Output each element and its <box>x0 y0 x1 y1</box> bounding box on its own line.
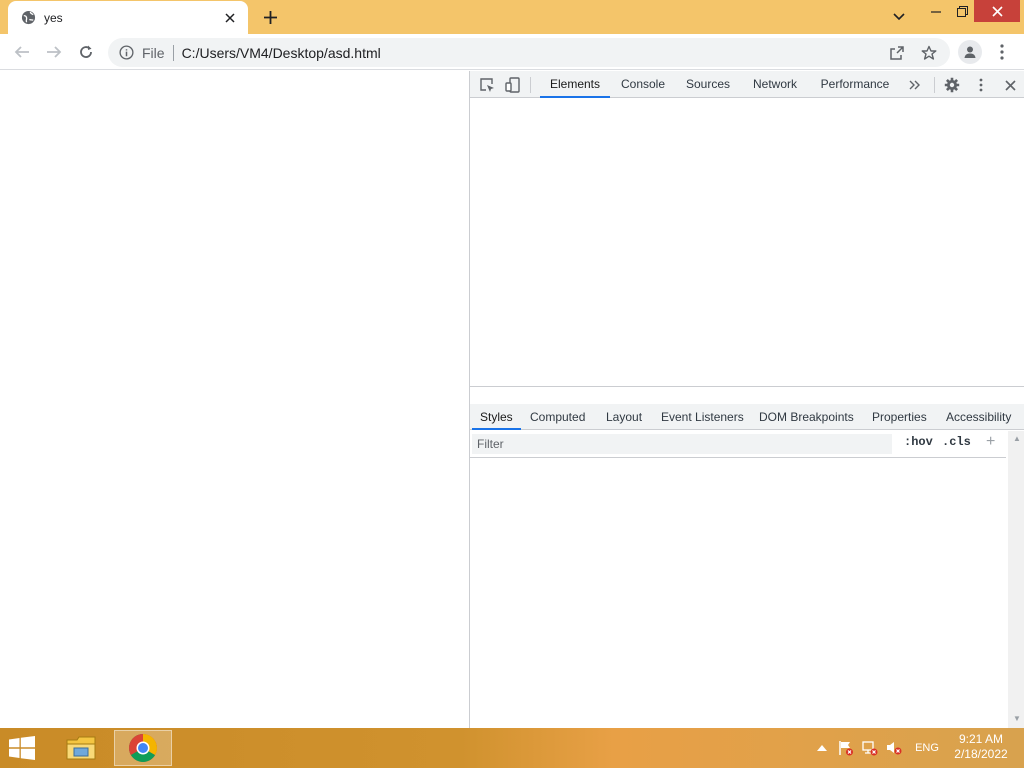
omnibox-divider <box>172 44 174 61</box>
info-icon[interactable] <box>118 45 134 61</box>
system-clock[interactable]: 9:21 AM 2/18/2022 <box>950 732 1012 764</box>
subtab-event-listeners[interactable]: Event Listeners <box>661 404 744 430</box>
device-toolbar-icon[interactable] <box>504 76 522 94</box>
devtools-divider <box>530 77 531 93</box>
styles-filter-bar: :hov .cls + <box>470 431 1006 458</box>
chrome-menu-icon[interactable] <box>992 40 1012 64</box>
page-viewport[interactable] <box>0 71 469 728</box>
browser-tab[interactable]: yes <box>8 1 248 34</box>
devtools-panel: Elements Console Sources Network Perform… <box>469 71 1024 728</box>
scheme-label: File <box>142 44 165 61</box>
bookmark-star-icon[interactable] <box>920 44 938 62</box>
scroll-up-arrow-icon[interactable]: ▲ <box>1012 434 1022 444</box>
devtools-close-icon[interactable] <box>1001 76 1019 94</box>
share-icon[interactable] <box>888 44 906 62</box>
tab-strip: yes <box>0 0 1024 34</box>
volume-muted-icon[interactable] <box>884 728 904 768</box>
devtools-divider <box>934 77 935 93</box>
tray-overflow-chevron-icon[interactable] <box>814 728 830 768</box>
tab-search-chevron-icon[interactable] <box>886 6 912 28</box>
back-arrow-icon[interactable] <box>8 38 36 66</box>
devtools-menu-icon[interactable] <box>972 76 990 94</box>
hover-state-toggle[interactable]: :hov <box>904 435 933 449</box>
windows-start-icon[interactable] <box>8 736 38 760</box>
file-explorer-icon[interactable] <box>52 728 110 768</box>
chrome-app-icon[interactable] <box>114 730 172 766</box>
clock-time: 9:21 AM <box>958 732 1004 746</box>
class-toggle[interactable]: .cls <box>942 435 971 449</box>
new-tab-button[interactable] <box>258 6 282 28</box>
input-language-indicator[interactable]: ENG <box>912 728 942 768</box>
tab-title: yes <box>44 10 63 25</box>
address-bar[interactable]: File C:/Users/VM4/Desktop/asd.html <box>108 38 950 67</box>
subtab-accessibility[interactable]: Accessibility <box>946 404 1011 430</box>
tab-console[interactable]: Console <box>616 71 670 98</box>
windows-taskbar: ENG 9:21 AM 2/18/2022 <box>0 728 1024 768</box>
settings-gear-icon[interactable] <box>943 76 961 94</box>
styles-pane[interactable] <box>470 459 1006 728</box>
browser-toolbar: File C:/Users/VM4/Desktop/asd.html <box>0 34 1024 70</box>
pane-splitter[interactable] <box>470 386 1024 387</box>
devtools-main-tabbar: Elements Console Sources Network Perform… <box>470 71 1024 98</box>
new-style-rule-plus-icon[interactable]: + <box>986 433 995 451</box>
subtab-dom-breakpoints[interactable]: DOM Breakpoints <box>759 404 854 430</box>
tab-network[interactable]: Network <box>746 71 804 98</box>
more-tabs-chevron-icon[interactable] <box>906 76 924 94</box>
minimize-button[interactable] <box>922 0 950 22</box>
styles-scrollbar[interactable] <box>1008 431 1024 728</box>
scroll-down-arrow-icon[interactable]: ▼ <box>1012 714 1022 724</box>
tab-sources[interactable]: Sources <box>680 71 736 98</box>
reload-icon[interactable] <box>72 38 100 66</box>
subtab-layout[interactable]: Layout <box>606 404 642 430</box>
styles-sidebar-tabbar: Styles Computed Layout Event Listeners D… <box>470 404 1024 430</box>
window-close-button[interactable] <box>974 0 1020 22</box>
styles-filter-input[interactable] <box>472 434 892 454</box>
tab-performance[interactable]: Performance <box>816 71 894 98</box>
inspect-element-icon[interactable] <box>478 76 496 94</box>
subtab-styles[interactable]: Styles <box>472 404 521 430</box>
tab-elements[interactable]: Elements <box>540 71 610 98</box>
restore-button[interactable] <box>950 0 974 22</box>
url-text[interactable]: C:/Users/VM4/Desktop/asd.html <box>182 45 381 61</box>
subtab-computed[interactable]: Computed <box>530 404 585 430</box>
clock-date: 2/18/2022 <box>954 747 1008 761</box>
profile-avatar-icon[interactable] <box>958 40 982 64</box>
forward-arrow-icon[interactable] <box>40 38 68 66</box>
network-icon[interactable] <box>860 728 880 768</box>
elements-tree-pane[interactable] <box>470 98 1024 386</box>
subtab-properties[interactable]: Properties <box>872 404 927 430</box>
action-center-flag-icon[interactable] <box>836 728 856 768</box>
tab-close-icon[interactable] <box>222 10 238 26</box>
globe-icon <box>20 10 36 26</box>
